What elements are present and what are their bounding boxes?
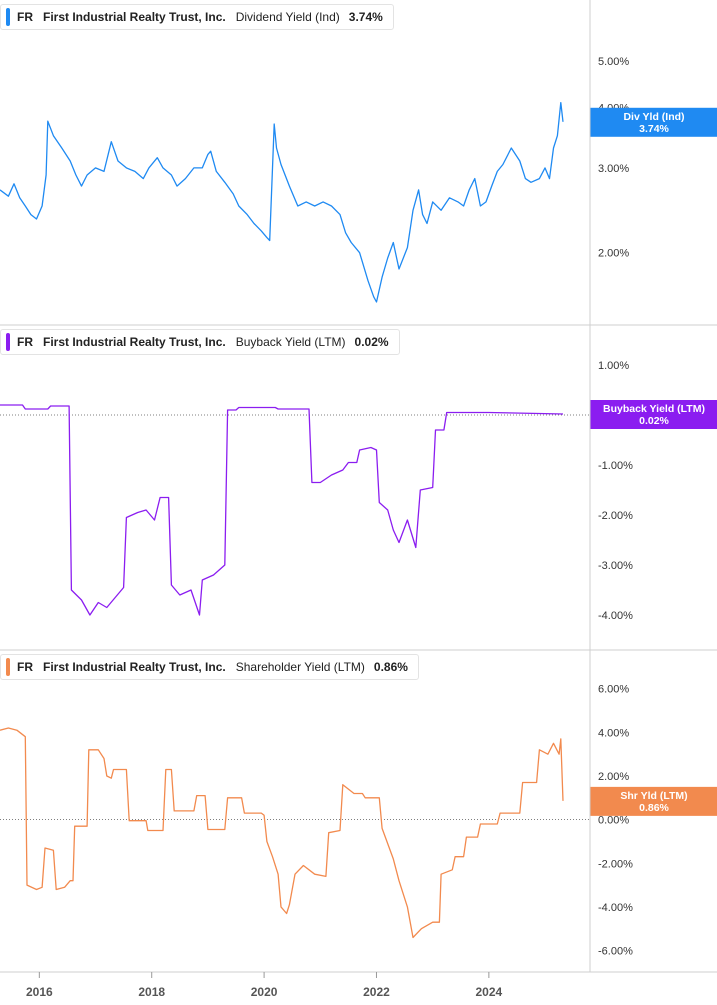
y-tick-label: -2.00% [598,858,633,870]
x-tick-label: 2022 [363,985,390,999]
y-tick-label: 5.00% [598,56,629,68]
y-tick-label: -2.00% [598,510,633,522]
metric-name: Shareholder Yield (LTM) [235,660,365,674]
badge-value: 0.86% [639,802,669,814]
ticker-label: FR [17,335,33,349]
badge-value: 0.02% [639,415,669,427]
x-tick-label: 2024 [476,985,503,999]
legend-dividend-yield: FR First Industrial Realty Trust, Inc. D… [0,4,394,30]
y-tick-label: 4.00% [598,727,629,739]
metric-value: 0.02% [354,335,389,349]
metric-value: 0.86% [373,660,408,674]
legend-buyback-yield: FR First Industrial Realty Trust, Inc. B… [0,329,400,355]
series-line [0,727,564,939]
metric-name: Dividend Yield (Ind) [235,10,340,24]
series-swatch [6,658,10,676]
x-tick-label: 2020 [251,985,278,999]
badge-value: 3.74% [639,123,669,135]
y-tick-label: 3.00% [598,163,629,175]
series-swatch [6,333,10,351]
badge-label: Div Yld (Ind) [623,111,684,123]
y-tick-label: 2.00% [598,248,629,260]
series-swatch [6,8,10,26]
company-name: First Industrial Realty Trust, Inc. [43,10,226,24]
company-name: First Industrial Realty Trust, Inc. [43,335,226,349]
y-tick-label: 2.00% [598,771,629,783]
y-tick-label: -6.00% [598,946,633,958]
series-line [0,101,564,303]
metric-name: Buyback Yield (LTM) [235,335,346,349]
ticker-label: FR [17,660,33,674]
series-line [0,404,564,616]
y-tick-label: 6.00% [598,684,629,696]
yield-charts: 5.00%4.00%3.00%2.00%Div Yld (Ind)3.74%1.… [0,0,717,999]
y-tick-label: 1.00% [598,360,629,372]
badge-label: Buyback Yield (LTM) [603,403,705,415]
y-tick-label: 0.00% [598,815,629,827]
x-tick-label: 2018 [138,985,165,999]
ticker-label: FR [17,10,33,24]
y-tick-label: -1.00% [598,460,633,472]
company-name: First Industrial Realty Trust, Inc. [43,660,226,674]
y-tick-label: -4.00% [598,610,633,622]
x-tick-label: 2016 [26,985,53,999]
badge-label: Shr Yld (LTM) [620,790,687,802]
metric-value: 3.74% [348,10,383,24]
legend-shareholder-yield: FR First Industrial Realty Trust, Inc. S… [0,654,419,680]
y-tick-label: -3.00% [598,560,633,572]
y-tick-label: -4.00% [598,902,633,914]
